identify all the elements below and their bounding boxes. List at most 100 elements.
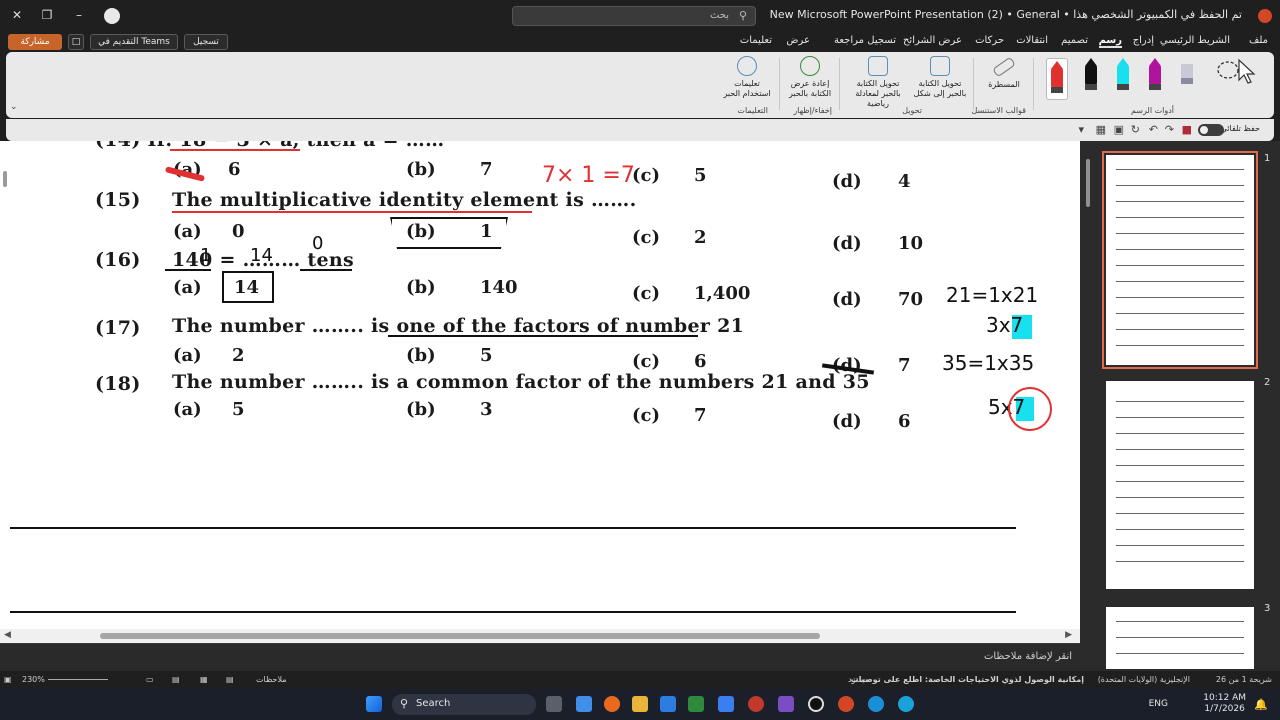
normal-view-icon[interactable]: ▤ xyxy=(226,675,234,684)
q18-option-value: 3 xyxy=(480,399,493,420)
grid-icon[interactable]: ▦ xyxy=(1096,123,1106,136)
record-button[interactable]: تسجيل xyxy=(184,34,228,50)
ink-mark: 1 xyxy=(200,245,212,266)
windows-start-icon[interactable] xyxy=(366,696,382,712)
ink-7x1: 7× 1 =7 xyxy=(542,163,635,188)
powerpoint-taskbar-icon[interactable] xyxy=(838,696,854,712)
pen-red-icon[interactable] xyxy=(1046,58,1068,100)
ink-to-math-button[interactable]: تحويل الكتابة بالحبر لمعادلة رياضية xyxy=(846,56,910,109)
customize-qat-icon[interactable]: ▾ xyxy=(1078,123,1084,136)
ribbon: أدوات الرسم المسطرة قوالب الاستنسل تحويل… xyxy=(6,52,1274,118)
q17-option-label: (b) xyxy=(406,345,436,366)
thumbnail-scrollbar[interactable] xyxy=(1084,149,1092,669)
edge-icon[interactable] xyxy=(868,696,884,712)
search-placeholder: بحث xyxy=(709,10,729,21)
fit-slide-icon[interactable]: ▣ xyxy=(4,675,12,684)
slide-thumbnail-3[interactable] xyxy=(1106,607,1254,669)
tab-animations[interactable]: حركات xyxy=(975,35,1004,46)
present-teams-button[interactable]: التقديم في Teams xyxy=(90,34,178,50)
slide-canvas[interactable]: (14) If: 18 − 3 × a, then a = …… (a) 6 (… xyxy=(10,141,1068,629)
task-view-icon[interactable] xyxy=(546,696,562,712)
zoom-slider[interactable] xyxy=(48,679,108,680)
excel-icon[interactable] xyxy=(688,696,704,712)
help-icon xyxy=(737,56,757,76)
q15-option-value: 2 xyxy=(694,227,707,248)
redo-icon[interactable]: ↷ xyxy=(1165,123,1174,136)
eraser-icon[interactable] xyxy=(1180,58,1194,88)
lasso-select-icon[interactable] xyxy=(1216,58,1239,88)
app-icon[interactable] xyxy=(748,696,764,712)
language-status[interactable]: الإنجليزية (الولايات المتحدة) xyxy=(1098,675,1190,684)
tab-transitions[interactable]: انتقالات xyxy=(1016,35,1048,46)
ruler-button[interactable]: المسطرة xyxy=(982,56,1026,90)
document-title: New Microsoft PowerPoint Presentation (2… xyxy=(769,8,1242,21)
horizontal-scrollbar[interactable]: ◀ ▶ xyxy=(0,629,1080,643)
comments-icon[interactable]: □ xyxy=(68,34,84,50)
accessibility-status[interactable]: إمكانية الوصول لذوي الاحتياجات الخاصة: ا… xyxy=(851,675,1084,684)
input-language[interactable]: ENG xyxy=(1149,699,1168,709)
tab-draw[interactable]: رسم xyxy=(1098,35,1122,48)
tab-slideshow[interactable]: عرض الشرائح xyxy=(903,35,962,46)
file-explorer-icon[interactable] xyxy=(632,696,648,712)
firefox-icon[interactable] xyxy=(604,696,620,712)
thumbnail-number: 1 xyxy=(1264,153,1271,164)
edge-icon[interactable] xyxy=(898,696,914,712)
word-icon[interactable] xyxy=(718,696,734,712)
tab-home[interactable]: الشريط الرئيسي xyxy=(1160,35,1230,46)
notes-toggle[interactable]: ملاحظات xyxy=(256,675,287,684)
taskbar-search[interactable]: ⚲ Search xyxy=(392,694,536,715)
ink-equation: 21=1x21 xyxy=(946,283,1039,307)
notes-pane[interactable]: انقر لإضافة ملاحظات xyxy=(0,643,1080,671)
scroll-left-icon[interactable]: ◀ xyxy=(4,630,11,640)
undo-icon[interactable]: ↶ xyxy=(1149,123,1158,136)
tab-view[interactable]: عرض xyxy=(786,35,810,46)
tab-file[interactable]: ملف xyxy=(1249,35,1268,46)
user-avatar[interactable] xyxy=(104,8,120,24)
clock[interactable]: 10:12 AM 1/7/2026 xyxy=(1203,693,1246,715)
minimize-icon[interactable]: – xyxy=(72,8,86,22)
close-icon[interactable]: ✕ xyxy=(10,8,24,22)
restore-icon[interactable]: ❐ xyxy=(40,8,54,22)
present-from-start-icon[interactable]: ▣ xyxy=(1114,123,1124,136)
pen-black-icon[interactable] xyxy=(1084,58,1098,90)
widgets-icon[interactable] xyxy=(576,696,592,712)
pen-help-button[interactable]: تعليمات استخدام الحبر xyxy=(720,56,774,99)
q15-option-value: 0 xyxy=(232,221,245,242)
presenter-view-icon[interactable]: ▭ xyxy=(146,675,154,684)
notes-placeholder: انقر لإضافة ملاحظات xyxy=(983,651,1072,662)
record-app-icon[interactable] xyxy=(808,696,824,712)
ink-replay-button[interactable]: إعادة عرض الكتابة بالحبر xyxy=(786,56,834,99)
slide-thumbnail-2[interactable] xyxy=(1106,381,1254,589)
title-bar: New Microsoft PowerPoint Presentation (2… xyxy=(0,0,1280,32)
slide-sorter-icon[interactable]: ▦ xyxy=(200,675,208,684)
search-box[interactable]: بحث ⚲ xyxy=(512,6,756,26)
app-icon[interactable] xyxy=(778,696,794,712)
ribbon-separator xyxy=(973,58,974,110)
q16-option-value: 140 xyxy=(480,277,518,298)
tab-help[interactable]: تعليمات xyxy=(740,35,772,46)
ribbon-separator xyxy=(1033,58,1034,110)
reading-view-icon[interactable]: ▤ xyxy=(172,675,180,684)
vertical-scrollbar[interactable] xyxy=(0,151,10,629)
slide-thumbnail-1[interactable] xyxy=(1102,151,1258,369)
scroll-right-icon[interactable]: ▶ xyxy=(1065,630,1072,640)
tab-insert[interactable]: إدراج xyxy=(1133,35,1154,46)
tab-record[interactable]: تسجيل xyxy=(867,35,896,46)
notifications-icon[interactable]: 🔔 xyxy=(1254,698,1268,711)
highlighter-cyan-icon[interactable] xyxy=(1116,58,1130,90)
scrollbar-thumb[interactable] xyxy=(100,633,820,639)
store-icon[interactable] xyxy=(660,696,676,712)
autosave-toggle[interactable] xyxy=(1198,124,1224,136)
ink-to-shape-button[interactable]: تحويل الكتابة بالحبر إلى شكل xyxy=(912,56,968,99)
zoom-level[interactable]: 230% xyxy=(22,675,45,684)
ribbon-collapse-icon[interactable]: ⌄ xyxy=(10,102,18,112)
tab-review[interactable]: مراجعة xyxy=(834,35,864,46)
tab-design[interactable]: تصميم xyxy=(1061,35,1088,46)
save-icon[interactable]: ■ xyxy=(1182,123,1192,136)
ink-mark: 0 xyxy=(312,233,324,254)
share-button[interactable]: مشاركة xyxy=(8,34,62,50)
q18-option-value: 7 xyxy=(694,405,707,426)
pen-magenta-icon[interactable] xyxy=(1148,58,1162,90)
ink-equation: 3x7 xyxy=(986,313,1024,337)
reset-icon[interactable]: ↻ xyxy=(1131,123,1140,136)
